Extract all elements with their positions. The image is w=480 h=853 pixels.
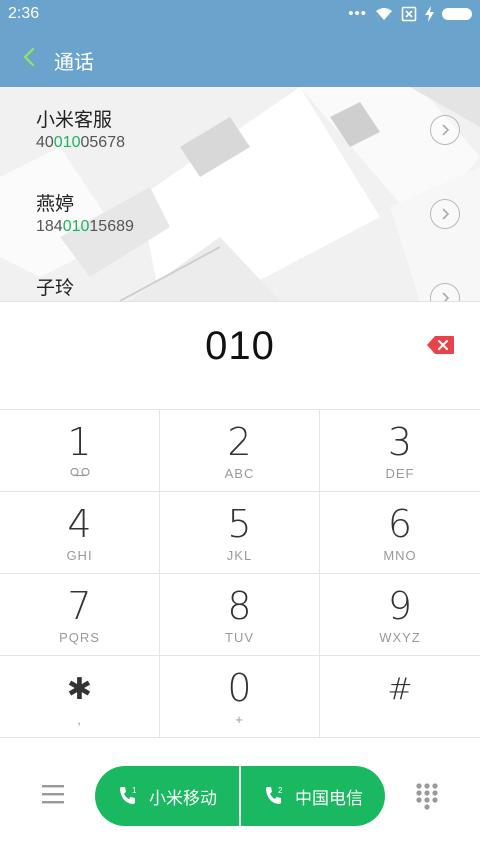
key-6[interactable]: 6 MNO bbox=[320, 492, 480, 574]
key-digit: 8 bbox=[227, 584, 252, 628]
chevron-right-icon bbox=[442, 292, 450, 301]
contact-number: 18401015689 bbox=[36, 218, 134, 235]
status-icons: ••• bbox=[348, 5, 472, 23]
sim1-carrier-label: 小米移动 bbox=[149, 788, 217, 809]
call-buttons: 1 小米移动 2 中国电信 bbox=[95, 766, 385, 826]
key-digit: 4 bbox=[67, 502, 92, 546]
key-letters: JKL bbox=[226, 548, 253, 563]
key-letters: MNO bbox=[383, 548, 417, 563]
voicemail-icon bbox=[69, 467, 90, 477]
phone-sim1-icon: 1 bbox=[120, 786, 137, 804]
key-letters: WXYZ bbox=[379, 630, 421, 645]
key-digit: 0 bbox=[227, 666, 252, 710]
page-title: 通话 bbox=[54, 50, 94, 74]
backspace-icon[interactable] bbox=[426, 334, 456, 356]
menu-icon[interactable] bbox=[40, 782, 66, 806]
sim2-carrier-label: 中国电信 bbox=[295, 788, 363, 809]
key-8[interactable]: 8 TUV bbox=[160, 574, 320, 656]
battery-icon bbox=[442, 8, 472, 20]
contact-row[interactable]: 子玲 bbox=[0, 255, 480, 301]
key-letters: GHI bbox=[66, 548, 93, 563]
chevron-right-icon bbox=[442, 124, 450, 136]
header: 通话 bbox=[0, 28, 480, 87]
key-0[interactable]: 0 + bbox=[160, 656, 320, 738]
status-time: 2:36 bbox=[8, 5, 40, 22]
key-2[interactable]: 2 ABC bbox=[160, 410, 320, 492]
contact-row[interactable]: 小米客服 4001005678 bbox=[0, 87, 480, 173]
key-letters: + bbox=[235, 712, 244, 727]
charging-icon bbox=[425, 6, 434, 22]
contact-suggestions: 小米客服 4001005678 燕婷 18401015689 子玲 bbox=[0, 87, 480, 301]
key-digit: 7 bbox=[67, 584, 92, 628]
key-hash[interactable]: # bbox=[320, 656, 480, 738]
key-letters: ABC bbox=[224, 466, 255, 481]
sim-blocked-icon bbox=[401, 6, 417, 22]
key-1[interactable]: 1 bbox=[0, 410, 160, 492]
dial-keypad: 1 2 ABC 3 DEF 4 GHI 5 JKL 6 MNO 7 PQRS 8… bbox=[0, 409, 480, 738]
key-letters: PQRS bbox=[59, 630, 100, 645]
call-sim2-button[interactable]: 2 中国电信 bbox=[241, 766, 385, 826]
more-dots-icon: ••• bbox=[348, 5, 367, 22]
call-divider bbox=[239, 766, 241, 826]
key-4[interactable]: 4 GHI bbox=[0, 492, 160, 574]
key-digit: 1 bbox=[67, 420, 92, 464]
key-letters: TUV bbox=[225, 630, 254, 645]
contact-detail-button[interactable] bbox=[430, 283, 460, 301]
key-digit: # bbox=[387, 672, 413, 707]
key-5[interactable]: 5 JKL bbox=[160, 492, 320, 574]
contact-name: 子玲 bbox=[36, 277, 75, 299]
phone-sim2-icon: 2 bbox=[266, 786, 283, 804]
key-7[interactable]: 7 PQRS bbox=[0, 574, 160, 656]
wifi-icon bbox=[376, 8, 392, 20]
svg-text:1: 1 bbox=[132, 786, 137, 795]
dialpad-toggle-icon[interactable] bbox=[414, 782, 440, 810]
key-digit: 3 bbox=[387, 420, 413, 464]
key-digit: 2 bbox=[227, 420, 252, 464]
key-letters: , bbox=[77, 712, 82, 727]
contact-row[interactable]: 燕婷 18401015689 bbox=[0, 171, 480, 257]
status-bar: 2:36 ••• bbox=[0, 0, 480, 28]
back-button[interactable] bbox=[16, 44, 42, 70]
contact-name: 小米客服 bbox=[36, 109, 113, 131]
key-star[interactable]: ✱ , bbox=[0, 656, 160, 738]
dialed-number: 010 bbox=[205, 324, 275, 368]
key-digit: 6 bbox=[387, 502, 413, 546]
chevron-right-icon bbox=[442, 208, 450, 220]
key-digit: ✱ bbox=[66, 672, 93, 707]
key-digit: 9 bbox=[387, 584, 413, 628]
contact-detail-button[interactable] bbox=[430, 115, 460, 145]
svg-text:2: 2 bbox=[278, 786, 283, 795]
call-sim1-button[interactable]: 1 小米移动 bbox=[95, 766, 239, 826]
back-arrow-icon bbox=[23, 47, 35, 67]
contact-detail-button[interactable] bbox=[430, 199, 460, 229]
number-display: 010 bbox=[0, 301, 480, 409]
contact-number: 4001005678 bbox=[36, 134, 125, 151]
key-3[interactable]: 3 DEF bbox=[320, 410, 480, 492]
bottom-action-bar: 1 小米移动 2 中国电信 bbox=[0, 738, 480, 853]
key-digit: 5 bbox=[227, 502, 252, 546]
key-9[interactable]: 9 WXYZ bbox=[320, 574, 480, 656]
contact-name: 燕婷 bbox=[36, 193, 75, 215]
key-letters: DEF bbox=[385, 466, 415, 481]
